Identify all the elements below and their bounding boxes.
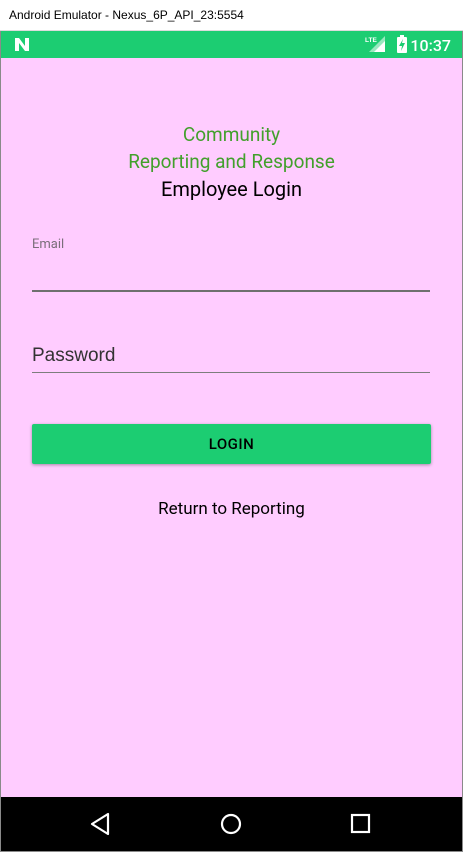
status-bar: LTE 10:37 — [1, 31, 462, 58]
emulator-titlebar: Android Emulator - Nexus_6P_API_23:5554 — [0, 0, 463, 31]
recents-icon[interactable] — [348, 811, 374, 837]
email-label: Email — [32, 237, 65, 252]
home-icon[interactable] — [218, 811, 244, 837]
email-field[interactable] — [32, 260, 430, 292]
navigation-bar — [1, 797, 462, 851]
status-icons: LTE — [365, 35, 409, 57]
login-screen: Community Reporting and Response Employe… — [1, 58, 462, 797]
status-time: 10:37 — [410, 36, 451, 55]
header-reporting-response: Reporting and Response — [128, 150, 335, 173]
password-field[interactable] — [32, 340, 430, 373]
lte-label: LTE — [365, 37, 377, 44]
header-employee-login: Employee Login — [160, 177, 303, 201]
battery-charging-icon — [396, 35, 407, 53]
login-button[interactable]: LOGIN — [32, 424, 431, 464]
window-title: Android Emulator - Nexus_6P_API_23:5554 — [9, 8, 244, 22]
lte-signal-icon: LTE — [365, 36, 385, 52]
back-icon[interactable] — [88, 811, 114, 837]
return-to-reporting-link[interactable]: Return to Reporting — [1, 499, 462, 519]
notification-n-icon — [15, 38, 29, 51]
header-community: Community — [182, 123, 281, 146]
